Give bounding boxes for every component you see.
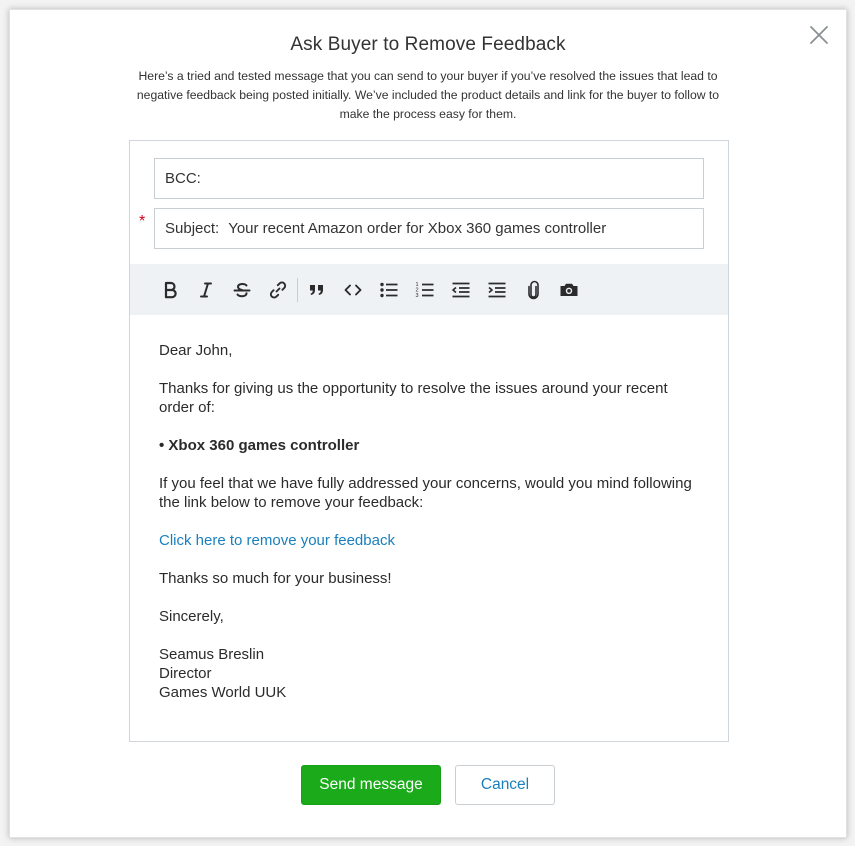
attachment-icon[interactable] [515, 272, 551, 308]
toolbar-divider [297, 277, 298, 302]
bold-icon[interactable] [152, 272, 188, 308]
quote-icon[interactable] [299, 272, 335, 308]
camera-icon[interactable] [551, 272, 587, 308]
subject-input[interactable] [228, 220, 703, 237]
indent-icon[interactable] [479, 272, 515, 308]
signature-title: Director [159, 665, 212, 682]
signature-company: Games World UUK [159, 684, 287, 701]
italic-icon[interactable] [188, 272, 224, 308]
request-text: If you feel that we have fully addressed… [159, 475, 692, 511]
subject-field[interactable]: Subject: [154, 208, 704, 249]
required-marker: * [139, 213, 146, 230]
bcc-field[interactable]: BCC: [154, 158, 704, 199]
send-message-button[interactable]: Send message [301, 765, 441, 805]
product-item: • Xbox 360 games controller [159, 437, 360, 454]
bulleted-list-icon[interactable] [371, 272, 407, 308]
strikethrough-icon[interactable] [224, 272, 260, 308]
thanks-text: Thanks so much for your business! [159, 570, 392, 587]
message-composer: BCC: * Subject: Your recent Amazon order… [129, 140, 729, 742]
code-icon[interactable] [335, 272, 371, 308]
modal-actions: Send message Cancel [10, 765, 846, 805]
numbered-list-icon[interactable]: 123 [407, 272, 443, 308]
ask-buyer-modal: Ask Buyer to Remove Feedback Here’s a tr… [9, 9, 847, 838]
svg-text:3: 3 [416, 293, 419, 299]
outdent-icon[interactable] [443, 272, 479, 308]
signoff-text: Sincerely, [159, 608, 224, 625]
remove-feedback-link[interactable]: Click here to remove your feedback [159, 531, 699, 550]
bcc-input[interactable] [209, 170, 703, 187]
message-body[interactable]: Dear John, Thanks for giving us the oppo… [159, 341, 699, 702]
formatting-toolbar: 123 [130, 264, 728, 315]
link-icon[interactable] [260, 272, 296, 308]
modal-title: Ask Buyer to Remove Feedback [290, 34, 566, 55]
signature-name: Seamus Breslin [159, 646, 265, 663]
bcc-label: BCC: [165, 170, 201, 187]
greeting-text: Dear John, [159, 342, 233, 359]
subject-label: Subject: [165, 220, 220, 237]
cancel-button[interactable]: Cancel [455, 765, 555, 805]
modal-description: Here’s a tried and tested message that y… [136, 69, 720, 121]
intro-text: Thanks for giving us the opportunity to … [159, 380, 668, 416]
